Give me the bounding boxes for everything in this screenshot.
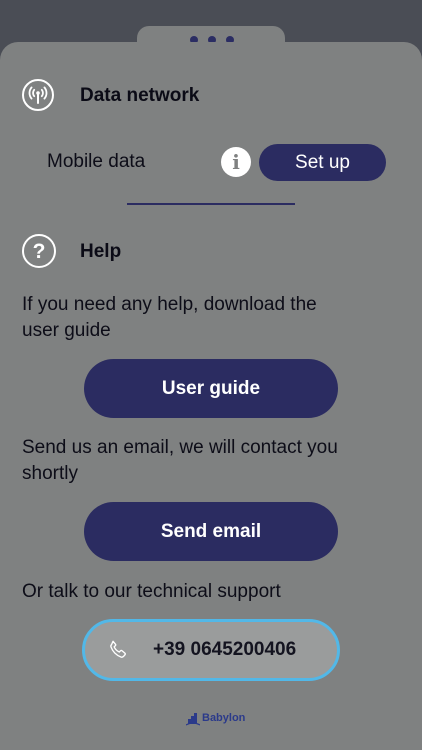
email-text: Send us an email, we will contact you sh…	[22, 437, 338, 484]
brand-logo: Babylon	[186, 708, 245, 728]
setup-button[interactable]: Set up	[259, 144, 386, 181]
help-title: Help	[80, 241, 122, 262]
question-icon: ?	[22, 234, 56, 268]
brand-name: Babylon	[202, 712, 246, 724]
phone-icon	[110, 640, 126, 658]
data-network-title: Data network	[80, 85, 200, 106]
send-email-button[interactable]: Send email	[84, 502, 338, 561]
support-phone-number: +39 0645200406	[153, 639, 297, 660]
call-support-button[interactable]: +39 0645200406	[82, 619, 340, 681]
mobile-data-label: Mobile data	[47, 151, 146, 172]
info-icon[interactable]: i	[221, 147, 251, 177]
section-divider	[127, 203, 295, 205]
support-text: Or talk to our technical support	[22, 581, 281, 602]
babylon-logo-icon	[186, 713, 200, 726]
user-guide-button[interactable]: User guide	[84, 359, 338, 418]
antenna-icon	[22, 79, 54, 111]
user-guide-text: If you need any help, download the user …	[22, 294, 317, 341]
